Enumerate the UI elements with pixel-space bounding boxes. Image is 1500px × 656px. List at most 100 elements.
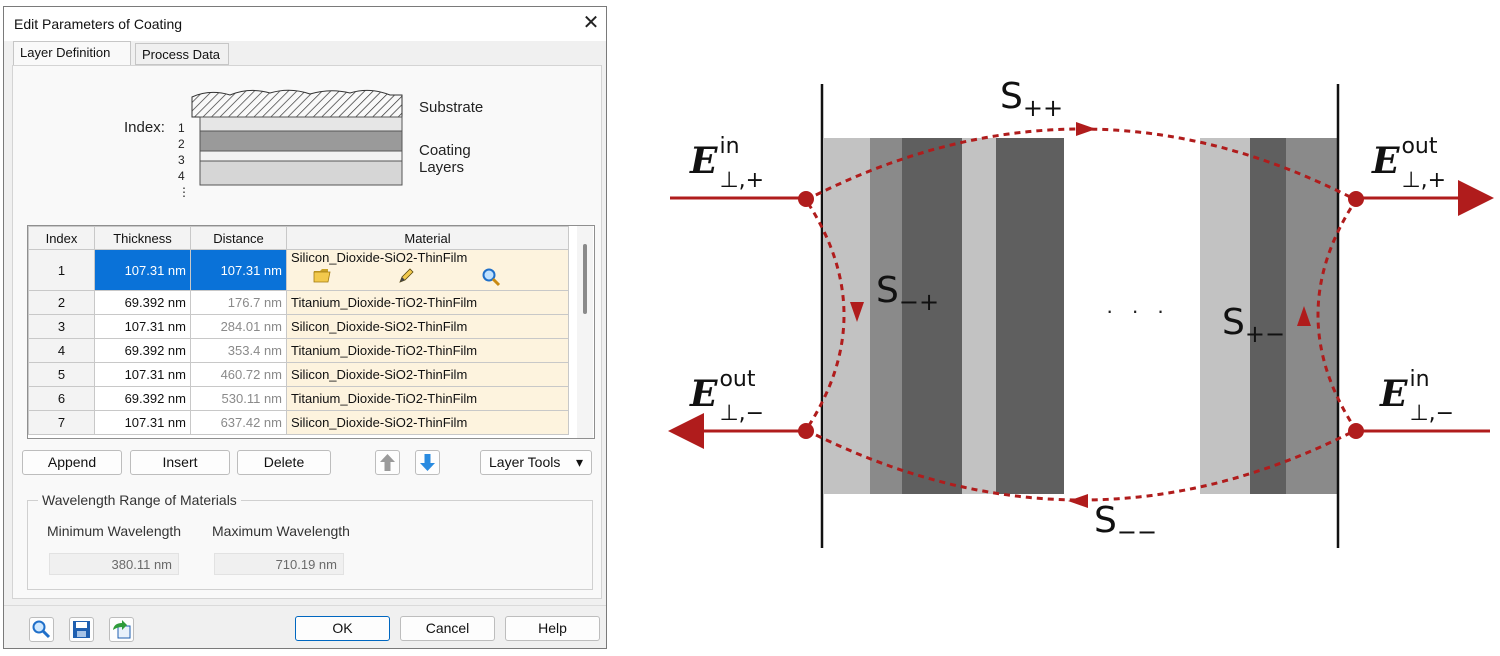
label-e-out-plus: Eout ⊥,+ — [1372, 134, 1447, 193]
table-row[interactable]: 1 107.31 nm 107.31 nm Silicon_Dioxide-Si… — [28, 249, 569, 291]
distance-cell[interactable]: 530.11 nm — [190, 386, 287, 411]
layer-medium — [1286, 138, 1338, 494]
index-number: 2 — [178, 137, 185, 151]
index-cell[interactable]: 3 — [28, 314, 95, 339]
material-cell[interactable]: Silicon_Dioxide-SiO2-ThinFilm — [286, 314, 569, 339]
wavelength-group: Wavelength Range of Materials — [27, 492, 593, 590]
max-wavelength-field: 710.19 nm — [214, 553, 344, 575]
table-header-row: Index Thickness Distance Material — [28, 226, 569, 250]
save-button[interactable] — [69, 617, 94, 642]
arrow-bottom — [1068, 494, 1088, 508]
layer-light — [962, 138, 996, 494]
index-number: 4 — [178, 169, 185, 183]
insert-button[interactable]: Insert — [130, 450, 230, 475]
ok-button[interactable]: OK — [295, 616, 390, 641]
save-icon — [73, 621, 90, 638]
label-s-plus-minus: S+− — [1222, 302, 1286, 349]
move-up-button[interactable] — [375, 450, 400, 475]
distance-cell[interactable]: 284.01 nm — [190, 314, 287, 339]
thickness-cell[interactable]: 69.392 nm — [94, 338, 191, 363]
material-cell[interactable]: Silicon_Dioxide-SiO2-ThinFilm — [286, 362, 569, 387]
column-header-thickness[interactable]: Thickness — [94, 226, 191, 250]
node — [1348, 191, 1364, 207]
distance-cell[interactable]: 176.7 nm — [190, 290, 287, 315]
index-cell[interactable]: 7 — [28, 410, 95, 435]
distance-cell[interactable]: 353.4 nm — [190, 338, 287, 363]
delete-button[interactable]: Delete — [237, 450, 331, 475]
ellipsis: · · · — [1106, 298, 1171, 323]
index-label: Index: — [124, 119, 165, 136]
label-s-minus-plus: S−+ — [876, 270, 940, 317]
table-row[interactable]: 2 69.392 nm 176.7 nm Titanium_Dioxide-Ti… — [28, 290, 569, 315]
thickness-cell[interactable]: 107.31 nm — [94, 410, 191, 435]
index-number: 3 — [178, 153, 185, 167]
layer-tools-dropdown[interactable]: Layer Tools ▾ — [480, 450, 592, 475]
table-scrollbar[interactable] — [577, 226, 593, 438]
label-e-in-minus: Ein ⊥,− — [1380, 367, 1455, 426]
scrollbar-thumb[interactable] — [583, 244, 587, 314]
layers-label: Layers — [419, 159, 465, 176]
thickness-cell[interactable]: 107.31 nm — [94, 314, 191, 339]
layer-tools-label: Layer Tools — [489, 454, 561, 470]
min-wavelength-field: 380.11 nm — [49, 553, 179, 575]
node — [798, 423, 814, 439]
index-cell[interactable]: 2 — [28, 290, 95, 315]
material-cell[interactable]: Titanium_Dioxide-TiO2-ThinFilm — [286, 338, 569, 363]
table-row[interactable]: 5 107.31 nm 460.72 nm Silicon_Dioxide-Si… — [28, 362, 569, 387]
node — [798, 191, 814, 207]
index-cell[interactable]: 4 — [28, 338, 95, 363]
open-folder-icon[interactable] — [291, 267, 375, 290]
label-e-in-plus: Ein ⊥,+ — [690, 134, 765, 193]
column-header-material[interactable]: Material — [286, 226, 569, 250]
thickness-cell[interactable]: 69.392 nm — [94, 386, 191, 411]
material-cell[interactable]: Silicon_Dioxide-SiO2-ThinFilm — [286, 249, 569, 291]
column-header-index[interactable]: Index — [28, 226, 95, 250]
magnifier-icon[interactable] — [459, 267, 543, 290]
index-cell[interactable]: 6 — [28, 386, 95, 411]
help-button[interactable]: Help — [505, 616, 600, 641]
max-wavelength-label: Maximum Wavelength — [212, 523, 350, 539]
arrow-top — [1076, 122, 1096, 136]
footer-divider — [4, 605, 606, 606]
tab-layer-definition[interactable]: Layer Definition — [13, 41, 131, 66]
label-s-plus-plus: S++ — [1000, 76, 1064, 123]
material-cell[interactable]: Titanium_Dioxide-TiO2-ThinFilm — [286, 386, 569, 411]
search-button[interactable] — [29, 617, 54, 642]
arrow-down-icon — [420, 454, 435, 471]
thickness-cell[interactable]: 107.31 nm — [94, 362, 191, 387]
thickness-cell[interactable]: 69.392 nm — [94, 290, 191, 315]
export-button[interactable] — [109, 617, 134, 642]
label-s-minus-minus: S−− — [1094, 500, 1158, 547]
arrow-up-icon — [380, 454, 395, 471]
material-actions — [291, 267, 564, 290]
export-icon — [113, 620, 131, 639]
material-cell[interactable]: Titanium_Dioxide-TiO2-ThinFilm — [286, 290, 569, 315]
distance-cell[interactable]: 637.42 nm — [190, 410, 287, 435]
table-row[interactable]: 7 107.31 nm 637.42 nm Silicon_Dioxide-Si… — [28, 410, 569, 435]
material-name: Silicon_Dioxide-SiO2-ThinFilm — [291, 250, 468, 266]
material-cell[interactable]: Silicon_Dioxide-SiO2-ThinFilm — [286, 410, 569, 435]
table-row[interactable]: 6 69.392 nm 530.11 nm Titanium_Dioxide-T… — [28, 386, 569, 411]
pencil-icon[interactable] — [375, 267, 459, 290]
column-header-distance[interactable]: Distance — [190, 226, 287, 250]
tab-process-data[interactable]: Process Data — [135, 43, 229, 65]
substrate-label: Substrate — [419, 99, 484, 116]
table-row[interactable]: 4 69.392 nm 353.4 nm Titanium_Dioxide-Ti… — [28, 338, 569, 363]
index-cell[interactable]: 1 — [28, 249, 95, 291]
move-down-button[interactable] — [415, 450, 440, 475]
index-number: 1 — [178, 121, 185, 135]
index-cell[interactable]: 5 — [28, 362, 95, 387]
distance-cell[interactable]: 107.31 nm — [190, 249, 287, 291]
coating-dialog: Edit Parameters of Coating ✕ Layer Defin… — [3, 6, 607, 649]
wavelength-group-title: Wavelength Range of Materials — [38, 492, 241, 508]
layer-dark — [996, 138, 1064, 494]
cancel-button[interactable]: Cancel — [400, 616, 495, 641]
close-icon[interactable]: ✕ — [579, 11, 603, 35]
append-button[interactable]: Append — [22, 450, 122, 475]
thickness-cell[interactable]: 107.31 nm — [94, 249, 191, 291]
table-row[interactable]: 3 107.31 nm 284.01 nm Silicon_Dioxide-Si… — [28, 314, 569, 339]
index-number: ⋮ — [178, 185, 190, 199]
distance-cell[interactable]: 460.72 nm — [190, 362, 287, 387]
min-wavelength-label: Minimum Wavelength — [47, 523, 182, 539]
chevron-down-icon: ▾ — [575, 454, 583, 470]
